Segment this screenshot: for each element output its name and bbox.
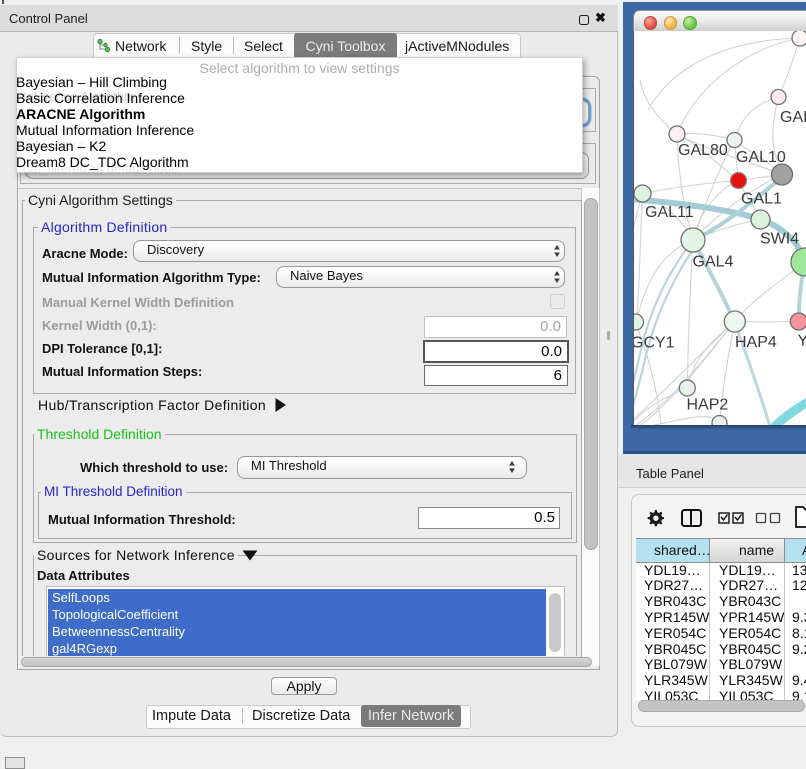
svg-text:GAL2: GAL2 <box>780 109 806 126</box>
svg-text:GAL10: GAL10 <box>736 149 786 166</box>
svg-text:GCY1: GCY1 <box>634 335 675 352</box>
svg-text:SWI4: SWI4 <box>760 231 799 248</box>
svg-text:GAL11: GAL11 <box>645 204 694 221</box>
svg-text:GAL1: GAL1 <box>741 191 782 208</box>
svg-text:GAL4: GAL4 <box>693 254 734 271</box>
svg-text:YEL: YEL <box>798 333 806 350</box>
svg-text:GAL80: GAL80 <box>678 142 728 159</box>
svg-text:HAP4: HAP4 <box>735 334 777 351</box>
svg-text:HAP2: HAP2 <box>687 397 729 414</box>
